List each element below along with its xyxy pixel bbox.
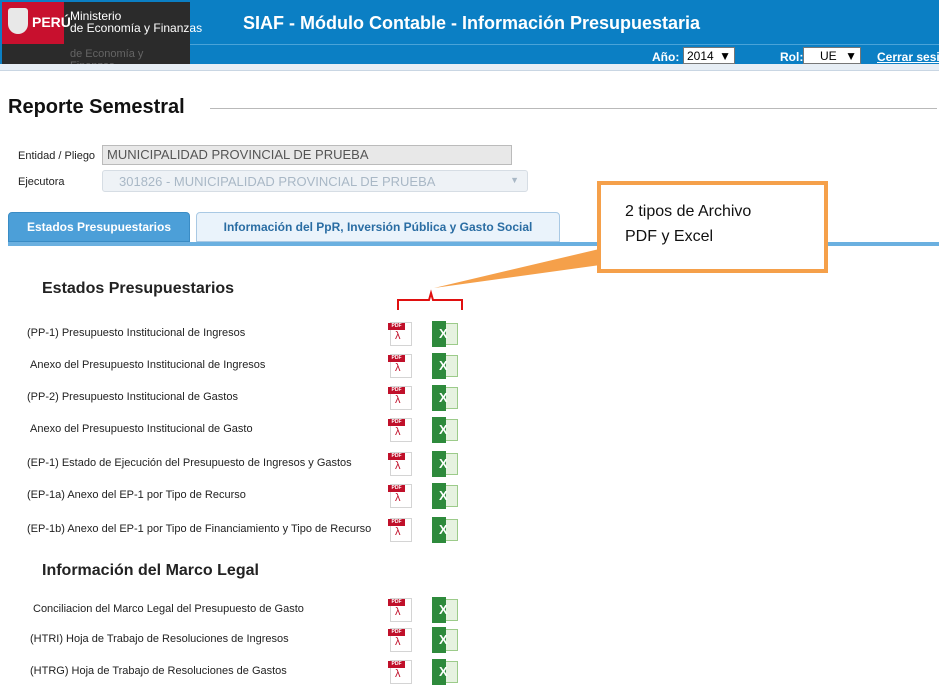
excel-icon[interactable]: X xyxy=(432,451,458,477)
pdf-icon[interactable]: PDF λ xyxy=(388,518,412,542)
excel-icon[interactable]: X xyxy=(432,517,458,543)
excel-icon[interactable]: X xyxy=(432,353,458,379)
app-header: PERÚ Ministerio de Economía y Finanzas d… xyxy=(0,0,939,72)
role-value: UE xyxy=(820,48,837,63)
callout-box: 2 tipos de Archivo PDF y Excel xyxy=(597,181,828,273)
ejecutora-value: 301826 - MUNICIPALIDAD PROVINCIAL DE PRU… xyxy=(119,174,436,189)
report-row: (PP-1) Presupuesto Institucional de Ingr… xyxy=(0,320,500,348)
bracket-icon xyxy=(397,289,463,310)
pdf-icon[interactable]: PDF λ xyxy=(388,386,412,410)
report-row: Anexo del Presupuesto Institucional de G… xyxy=(0,416,500,444)
chevron-down-icon: ▼ xyxy=(510,175,519,185)
logo-country: PERÚ xyxy=(32,14,71,30)
report-row: Anexo del Presupuesto Institucional de I… xyxy=(0,352,500,380)
tab-informacion-ppr[interactable]: Información del PpR, Inversión Pública y… xyxy=(196,212,560,242)
report-label: Conciliacion del Marco Legal del Presupu… xyxy=(33,603,304,615)
ejecutora-select[interactable]: 301826 - MUNICIPALIDAD PROVINCIAL DE PRU… xyxy=(102,170,528,192)
year-value: 2014 xyxy=(687,48,714,63)
report-row: (HTRG) Hoja de Trabajo de Resoluciones d… xyxy=(0,658,500,686)
excel-icon[interactable]: X xyxy=(432,627,458,653)
year-label: Año: xyxy=(652,50,680,64)
coat-of-arms-icon xyxy=(8,8,28,34)
excel-icon[interactable]: X xyxy=(432,483,458,509)
pdf-icon[interactable]: PDF λ xyxy=(388,452,412,476)
ministry-logo: PERÚ Ministerio de Economía y Finanzas d… xyxy=(2,2,202,72)
title-divider xyxy=(210,108,937,109)
chevron-down-icon: ▼ xyxy=(719,48,731,63)
report-label: (EP-1a) Anexo del EP-1 por Tipo de Recur… xyxy=(27,489,246,501)
report-row: Conciliacion del Marco Legal del Presupu… xyxy=(0,596,500,624)
header-divider xyxy=(190,44,939,45)
report-label: (EP-1b) Anexo del EP-1 por Tipo de Finan… xyxy=(27,523,372,535)
excel-icon[interactable]: X xyxy=(432,659,458,685)
callout-line1: 2 tipos de Archivo xyxy=(625,203,752,220)
pdf-icon[interactable]: PDF λ xyxy=(388,598,412,622)
callout-line2: PDF y Excel xyxy=(625,228,714,245)
app-title: SIAF - Módulo Contable - Información Pre… xyxy=(243,13,701,33)
report-label: Anexo del Presupuesto Institucional de G… xyxy=(30,423,253,435)
entidad-label: Entidad / Pliego xyxy=(18,150,96,162)
report-label: (HTRI) Hoja de Trabajo de Resoluciones d… xyxy=(30,633,289,645)
report-label: (HTRG) Hoja de Trabajo de Resoluciones d… xyxy=(30,665,287,677)
year-select[interactable]: 2014 ▼ xyxy=(683,47,735,64)
logo-line2: de Economía y Finanzas xyxy=(70,21,203,35)
pdf-icon[interactable]: PDF λ xyxy=(388,322,412,346)
report-row: (PP-2) Presupuesto Institucional de Gast… xyxy=(0,384,500,412)
report-row: (HTRI) Hoja de Trabajo de Resoluciones d… xyxy=(0,626,500,654)
ejecutora-label: Ejecutora xyxy=(18,176,65,188)
report-label: (PP-2) Presupuesto Institucional de Gast… xyxy=(27,391,238,403)
section-title-estados: Estados Presupuestarios xyxy=(42,280,235,297)
header-strip xyxy=(0,64,939,71)
excel-icon[interactable]: X xyxy=(432,385,458,411)
report-label: (PP-1) Presupuesto Institucional de Ingr… xyxy=(27,327,246,339)
callout-text: 2 tipos de Archivo PDF y Excel xyxy=(625,199,751,249)
report-label: (EP-1) Estado de Ejecución del Presupues… xyxy=(27,457,352,469)
pdf-icon[interactable]: PDF λ xyxy=(388,484,412,508)
pdf-icon[interactable]: PDF λ xyxy=(388,418,412,442)
page-title: Reporte Semestral xyxy=(8,96,189,119)
logout-link[interactable]: Cerrar sesión xyxy=(877,50,939,64)
pdf-icon[interactable]: PDF λ xyxy=(388,628,412,652)
role-label: Rol: xyxy=(780,50,804,64)
excel-icon[interactable]: X xyxy=(432,321,458,347)
section-title-marco-legal: Información del Marco Legal xyxy=(42,562,259,579)
role-select[interactable]: UE ▼ xyxy=(803,47,861,64)
logo-ministry-name: Ministerio de Economía y Finanzas xyxy=(70,10,202,34)
chevron-down-icon: ▼ xyxy=(845,48,857,63)
tab-estados-presupuestarios[interactable]: Estados Presupuestarios xyxy=(8,212,190,242)
entidad-field: MUNICIPALIDAD PROVINCIAL DE PRUEBA xyxy=(102,145,512,165)
excel-icon[interactable]: X xyxy=(432,597,458,623)
report-row: (EP-1) Estado de Ejecución del Presupues… xyxy=(0,450,500,478)
excel-icon[interactable]: X xyxy=(432,417,458,443)
pdf-icon[interactable]: PDF λ xyxy=(388,660,412,684)
pdf-icon[interactable]: PDF λ xyxy=(388,354,412,378)
report-row: (EP-1b) Anexo del EP-1 por Tipo de Finan… xyxy=(0,516,500,544)
report-row: (EP-1a) Anexo del EP-1 por Tipo de Recur… xyxy=(0,482,500,510)
report-label: Anexo del Presupuesto Institucional de I… xyxy=(30,359,266,371)
